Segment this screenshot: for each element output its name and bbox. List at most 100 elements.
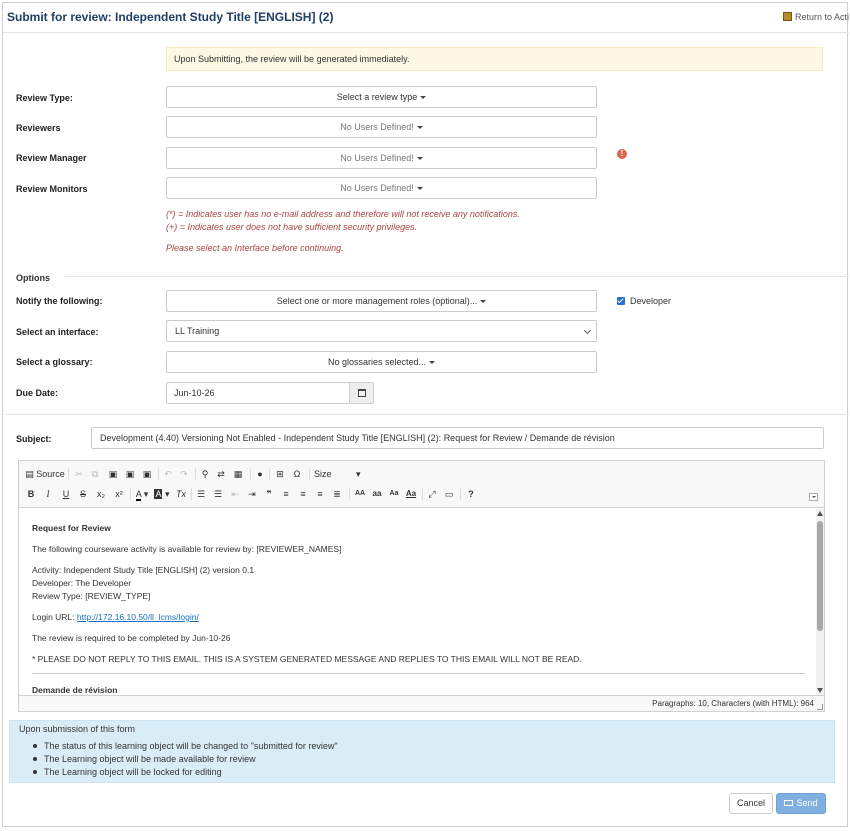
- content-review-type: Review Type: [REVIEW_TYPE]: [32, 591, 151, 601]
- content-due: The review is required to be completed b…: [32, 633, 231, 643]
- justify-icon[interactable]: ≣: [331, 487, 343, 501]
- lowercase-button[interactable]: aa: [370, 487, 384, 501]
- submission-info-list: The status of this learning object will …: [30, 740, 338, 779]
- background-color-button[interactable]: A ▾: [153, 487, 171, 501]
- interface-select[interactable]: LL Training: [166, 320, 597, 342]
- scroll-down-icon[interactable]: [817, 688, 823, 693]
- notify-roles-dropdown[interactable]: Select one or more management roles (opt…: [166, 290, 597, 312]
- interface-value: LL Training: [175, 326, 220, 336]
- caret-down-icon: [416, 126, 423, 129]
- due-date-input[interactable]: Jun-10-26: [166, 382, 350, 404]
- blockquote-button[interactable]: ❞: [263, 487, 275, 501]
- strikethrough-button[interactable]: S: [77, 487, 89, 501]
- subject-divider: [6, 414, 849, 415]
- cancel-button[interactable]: Cancel: [729, 793, 773, 814]
- caret-down-icon: [416, 187, 423, 190]
- review-manager-label: Review Manager: [16, 153, 87, 163]
- table-icon[interactable]: ⊞: [274, 467, 286, 481]
- review-monitors-dropdown[interactable]: No Users Defined!: [166, 177, 597, 199]
- subject-label: Subject:: [16, 434, 52, 444]
- collapse-toolbar-button[interactable]: [809, 493, 818, 501]
- send-button[interactable]: Send: [776, 793, 826, 814]
- font-size-label: Size: [314, 469, 332, 479]
- note-select-interface: Please select an Interface before contin…: [166, 243, 344, 253]
- undo-icon[interactable]: ↶: [162, 467, 174, 481]
- resize-grip-icon[interactable]: [817, 704, 823, 710]
- cut-icon[interactable]: ✂: [73, 467, 85, 481]
- align-right-icon[interactable]: ≡: [314, 487, 326, 501]
- bulleted-list-icon[interactable]: ☰: [212, 487, 224, 501]
- toolbar-separator: [309, 468, 310, 480]
- uppercase-button[interactable]: AA: [353, 487, 367, 501]
- subject-input[interactable]: Development (4.40) Versioning Not Enable…: [91, 427, 824, 449]
- paste-word-icon[interactable]: ▣: [141, 467, 153, 481]
- show-blocks-icon[interactable]: ▭: [443, 487, 455, 501]
- editor-status-text: Paragraphs: 10, Characters (with HTML): …: [652, 699, 814, 708]
- special-char-label: Ω: [293, 469, 301, 479]
- caret-down-icon: [429, 361, 436, 364]
- toolbar-separator: [422, 488, 423, 500]
- special-char-icon[interactable]: Ω: [291, 467, 303, 481]
- login-label: Login URL:: [32, 612, 77, 622]
- glossary-value: No glossaries selected...: [327, 357, 427, 367]
- redo-icon[interactable]: ↷: [178, 467, 190, 481]
- source-button[interactable]: ▤ Source: [25, 467, 65, 481]
- find-icon[interactable]: ⚲: [199, 467, 211, 481]
- date-picker-button[interactable]: [349, 382, 374, 404]
- outdent-icon[interactable]: ⇤: [229, 487, 241, 501]
- italic-button[interactable]: I: [42, 487, 54, 501]
- toolbar-separator: [191, 488, 192, 500]
- note-no-security: (+) = Indicates user does not have suffi…: [166, 222, 418, 232]
- align-center-icon[interactable]: ≡: [297, 487, 309, 501]
- paste-text-icon[interactable]: ▣: [124, 467, 136, 481]
- titlecase-button[interactable]: Aa: [387, 487, 401, 501]
- book-icon: [782, 12, 792, 21]
- numbered-list-icon[interactable]: ☰: [195, 487, 207, 501]
- review-type-label: Review Type:: [16, 93, 73, 103]
- indent-icon[interactable]: ⇥: [246, 487, 258, 501]
- help-button[interactable]: ?: [465, 487, 477, 501]
- developer-checkbox-group: Developer: [617, 296, 671, 306]
- scroll-up-icon[interactable]: [817, 511, 823, 516]
- page-title: Submit for review: Independent Study Tit…: [7, 10, 334, 24]
- changecase-button[interactable]: Aa: [404, 487, 418, 501]
- subscript-button[interactable]: x₂: [94, 487, 108, 501]
- paste-icon[interactable]: ▣: [107, 467, 119, 481]
- reviewers-value: No Users Defined!: [340, 122, 414, 132]
- reviewers-dropdown[interactable]: No Users Defined!: [166, 116, 597, 138]
- copy-icon[interactable]: ⧉: [89, 467, 101, 481]
- return-to-activity-link[interactable]: Return to Acti: [782, 12, 849, 22]
- bold-button[interactable]: B: [25, 487, 37, 501]
- anchor-icon[interactable]: ●: [255, 467, 265, 481]
- content-disclaimer: * PLEASE DO NOT REPLY TO THIS EMAIL. THI…: [32, 654, 582, 664]
- content-heading-fr: Demande de révision: [32, 685, 118, 695]
- scroll-thumb[interactable]: [817, 521, 823, 631]
- select-all-icon[interactable]: ▦: [232, 467, 244, 481]
- toolbar-separator: [349, 488, 350, 500]
- panel-header: Submit for review: Independent Study Tit…: [3, 3, 849, 33]
- developer-checkbox[interactable]: [617, 297, 625, 305]
- maximize-icon[interactable]: ⤢: [426, 487, 438, 501]
- glossary-dropdown[interactable]: No glossaries selected...: [166, 351, 597, 373]
- background-color-label: A: [154, 489, 163, 499]
- replace-icon[interactable]: ⇄: [215, 467, 227, 481]
- font-size-dropdown[interactable]: Size ▾: [314, 467, 364, 481]
- review-manager-dropdown[interactable]: No Users Defined!: [166, 147, 597, 169]
- login-url-link[interactable]: http://172.16.10.50/ll_lcms/login/: [77, 612, 199, 622]
- underline-button[interactable]: U: [60, 487, 72, 501]
- glossary-label: Select a glossary:: [16, 357, 93, 367]
- editor-scrollbar[interactable]: [816, 509, 824, 695]
- content-login: Login URL: http://172.16.10.50/ll_lcms/l…: [32, 612, 199, 622]
- editor-toolbar: ▤ Source ✂ ⧉ ▣ ▣ ▣ ↶ ↷ ⚲ ⇄ ▦ ● ⊞ Ω Size ▾…: [19, 461, 824, 508]
- list-item: The status of this learning object will …: [30, 740, 338, 753]
- text-color-button[interactable]: A ▾: [133, 487, 151, 501]
- review-type-dropdown[interactable]: Select a review type: [166, 86, 597, 108]
- superscript-button[interactable]: x²: [112, 487, 126, 501]
- source-label: Source: [36, 469, 65, 479]
- content-developer: Developer: The Developer: [32, 578, 132, 588]
- caret-down-icon: [416, 157, 423, 160]
- review-monitors-value: No Users Defined!: [340, 183, 414, 193]
- editor-content[interactable]: Request for Review The following coursew…: [19, 509, 816, 695]
- align-left-icon[interactable]: ≡: [280, 487, 292, 501]
- remove-format-button[interactable]: Tx: [174, 487, 188, 501]
